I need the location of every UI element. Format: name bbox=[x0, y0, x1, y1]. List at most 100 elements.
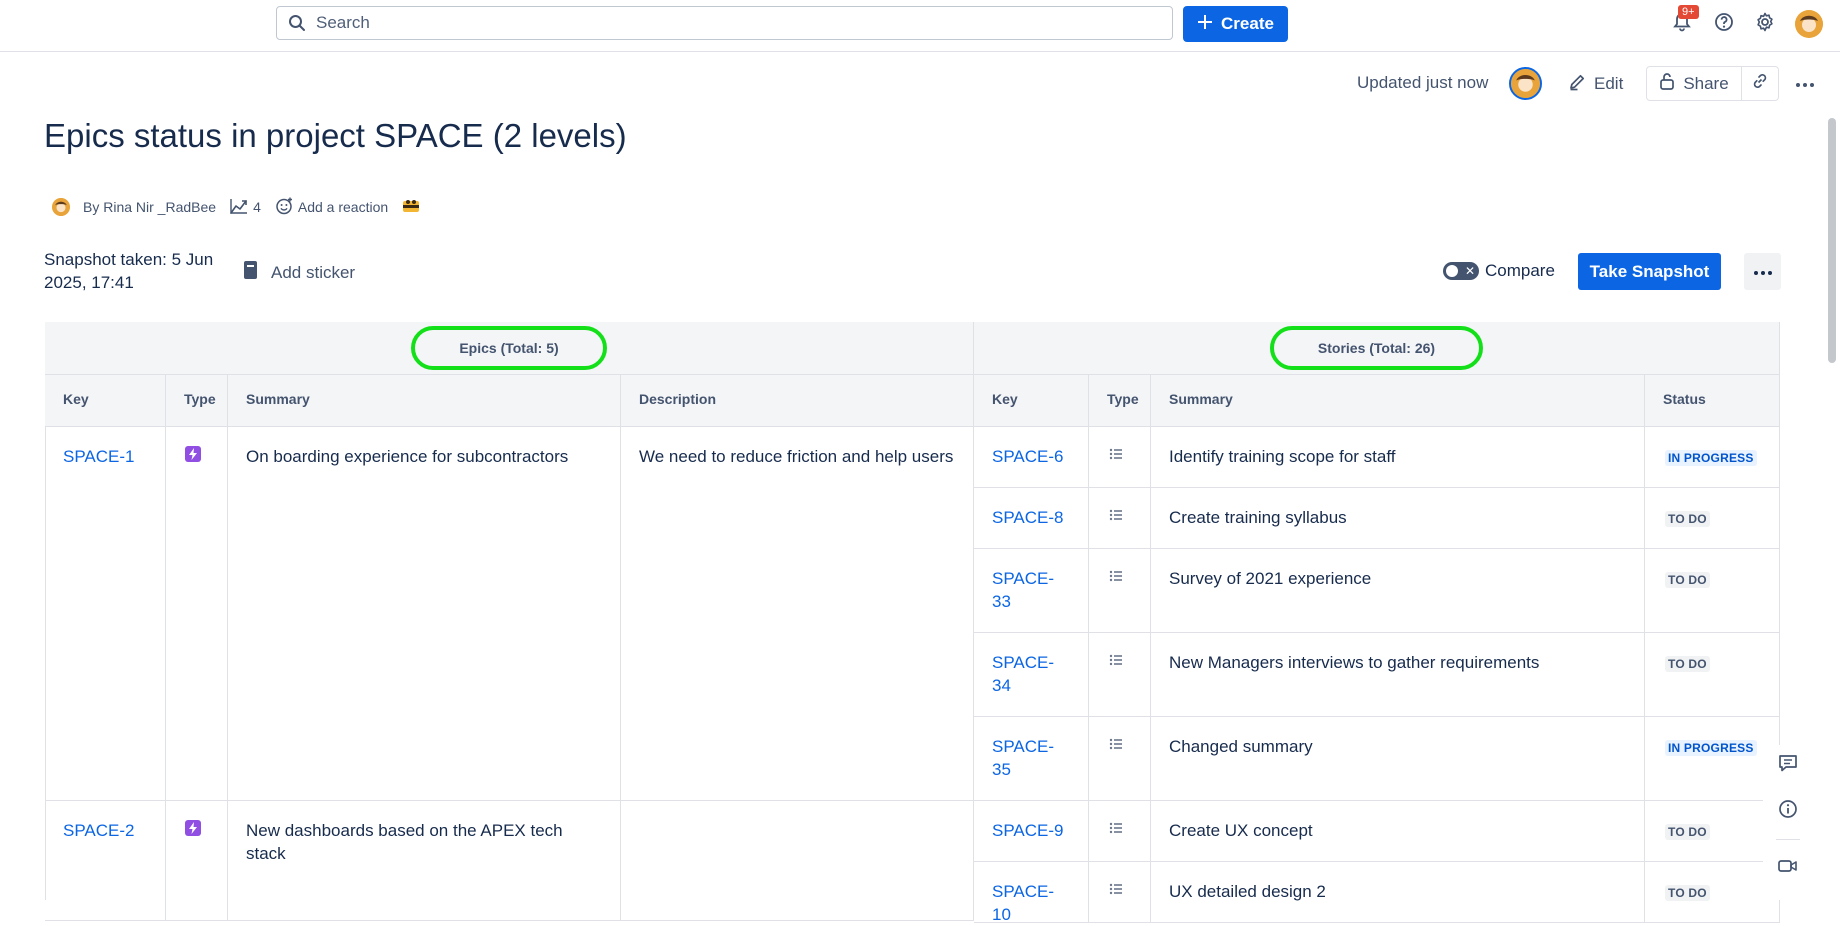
story-type-cell bbox=[1089, 549, 1151, 633]
edit-button[interactable]: Edit bbox=[1568, 68, 1623, 100]
video-icon bbox=[1778, 858, 1798, 879]
compare-label: Compare bbox=[1485, 261, 1555, 280]
avatar-icon bbox=[52, 198, 70, 216]
user-avatar[interactable] bbox=[1795, 10, 1823, 38]
story-key-link[interactable]: SPACE-6 bbox=[992, 447, 1064, 466]
help-icon bbox=[1714, 12, 1734, 37]
status-badge: TO DO bbox=[1665, 885, 1710, 901]
share-button[interactable]: Share bbox=[1646, 66, 1742, 101]
column-header[interactable]: Description bbox=[621, 375, 974, 427]
epic-key-link[interactable]: SPACE-1 bbox=[63, 447, 135, 466]
story-key-link[interactable]: SPACE-8 bbox=[992, 508, 1064, 527]
page-scrollbar[interactable] bbox=[1828, 118, 1836, 363]
story-key-cell: SPACE-9 bbox=[974, 801, 1089, 862]
side-toolbar bbox=[1763, 745, 1813, 900]
epic-key-link[interactable]: SPACE-2 bbox=[63, 821, 135, 840]
compare-toggle[interactable]: ✕ Compare bbox=[1443, 261, 1555, 281]
story-status-cell: TO DO bbox=[1645, 801, 1780, 862]
plus-icon bbox=[1197, 14, 1213, 35]
story-summary-cell: Survey of 2021 experience bbox=[1151, 549, 1645, 633]
column-header[interactable]: Key bbox=[45, 375, 166, 427]
story-status-cell: TO DO bbox=[1645, 488, 1780, 549]
story-type-cell bbox=[1089, 427, 1151, 488]
subtask-list-icon bbox=[1109, 737, 1123, 750]
story-type-cell bbox=[1089, 633, 1151, 717]
comments-button[interactable] bbox=[1777, 754, 1799, 776]
video-button[interactable] bbox=[1777, 857, 1799, 879]
subtask-list-icon bbox=[1109, 882, 1123, 895]
page-views[interactable]: 4 bbox=[230, 198, 261, 217]
story-key-link[interactable]: SPACE-9 bbox=[992, 821, 1064, 840]
story-key-cell: SPACE-34 bbox=[974, 633, 1089, 717]
help-button[interactable] bbox=[1712, 12, 1736, 36]
settings-button[interactable] bbox=[1753, 12, 1777, 36]
emoji-add-icon bbox=[275, 197, 293, 218]
toggle-switch[interactable]: ✕ bbox=[1443, 262, 1479, 280]
edit-label: Edit bbox=[1594, 74, 1624, 93]
toggle-knob bbox=[1446, 265, 1458, 277]
subtask-list-icon bbox=[1109, 508, 1123, 521]
copy-link-button[interactable] bbox=[1742, 66, 1779, 101]
column-header[interactable]: Type bbox=[1089, 375, 1151, 427]
status-badge: TO DO bbox=[1665, 511, 1710, 527]
link-icon bbox=[1751, 72, 1769, 95]
avatar-icon bbox=[1511, 69, 1540, 98]
column-header[interactable]: Status bbox=[1645, 375, 1780, 427]
search-input[interactable]: Search bbox=[276, 6, 1173, 40]
story-key-link[interactable]: SPACE-34 bbox=[992, 653, 1054, 695]
epics-group-header: Epics (Total: 5) bbox=[45, 322, 974, 375]
sticker-icon bbox=[244, 261, 257, 284]
status-badge: IN PROGRESS bbox=[1665, 740, 1757, 756]
column-header[interactable]: Summary bbox=[1151, 375, 1645, 427]
story-key-cell: SPACE-8 bbox=[974, 488, 1089, 549]
close-icon: ✕ bbox=[1464, 264, 1475, 278]
epic-key-cell: SPACE-2 bbox=[45, 801, 166, 921]
top-navigation: Search Create 9+ bbox=[0, 0, 1840, 52]
lightning-icon bbox=[185, 446, 201, 462]
story-summary-cell: Changed summary bbox=[1151, 717, 1645, 801]
epic-type-cell bbox=[166, 801, 228, 921]
story-status-cell: TO DO bbox=[1645, 862, 1780, 923]
add-reaction-button[interactable]: Add a reaction bbox=[275, 197, 388, 218]
views-count: 4 bbox=[253, 199, 261, 215]
page-title: Epics status in project SPACE (2 levels) bbox=[44, 117, 627, 154]
take-snapshot-button[interactable]: Take Snapshot bbox=[1578, 253, 1721, 290]
ellipsis-icon bbox=[1795, 75, 1815, 93]
app-badge[interactable] bbox=[402, 198, 420, 217]
search-icon bbox=[288, 13, 308, 33]
story-summary-cell: Identify training scope for staff bbox=[1151, 427, 1645, 488]
story-key-link[interactable]: SPACE-10 bbox=[992, 882, 1054, 924]
story-summary-cell: New Managers interviews to gather requir… bbox=[1151, 633, 1645, 717]
lock-icon bbox=[1659, 72, 1675, 95]
subtask-list-icon bbox=[1109, 821, 1123, 834]
snapshot-more-button[interactable] bbox=[1744, 253, 1781, 290]
story-summary-cell: Create training syllabus bbox=[1151, 488, 1645, 549]
avatar-icon bbox=[1795, 10, 1823, 38]
story-type-cell bbox=[1089, 717, 1151, 801]
details-button[interactable] bbox=[1777, 799, 1799, 822]
epic-summary-cell: New dashboards based on the APEX tech st… bbox=[228, 801, 621, 921]
story-key-link[interactable]: SPACE-35 bbox=[992, 737, 1054, 779]
epic-key-cell: SPACE-1 bbox=[45, 427, 166, 801]
more-actions-button[interactable] bbox=[1791, 70, 1819, 98]
epic-description-cell: We need to reduce friction and help user… bbox=[621, 427, 974, 801]
column-header[interactable]: Type bbox=[166, 375, 228, 427]
column-header[interactable]: Summary bbox=[228, 375, 621, 427]
status-badge: TO DO bbox=[1665, 656, 1710, 672]
analytics-icon bbox=[230, 198, 248, 217]
story-type-cell bbox=[1089, 862, 1151, 923]
story-key-cell: SPACE-33 bbox=[974, 549, 1089, 633]
create-button[interactable]: Create bbox=[1183, 6, 1288, 42]
owner-avatar[interactable] bbox=[1509, 67, 1542, 100]
story-key-link[interactable]: SPACE-33 bbox=[992, 569, 1054, 611]
story-status-cell: TO DO bbox=[1645, 549, 1780, 633]
author-avatar[interactable] bbox=[52, 198, 70, 216]
add-sticker-label: Add sticker bbox=[271, 262, 356, 282]
status-badge: TO DO bbox=[1665, 824, 1710, 840]
author-name[interactable]: By Rina Nir _RadBee bbox=[83, 199, 216, 215]
column-header[interactable]: Key bbox=[974, 375, 1089, 427]
story-status-cell: IN PROGRESS bbox=[1645, 717, 1780, 801]
epic-description-cell bbox=[621, 801, 974, 921]
add-sticker-button[interactable]: Add sticker bbox=[244, 261, 355, 284]
subtask-list-icon bbox=[1109, 447, 1123, 460]
